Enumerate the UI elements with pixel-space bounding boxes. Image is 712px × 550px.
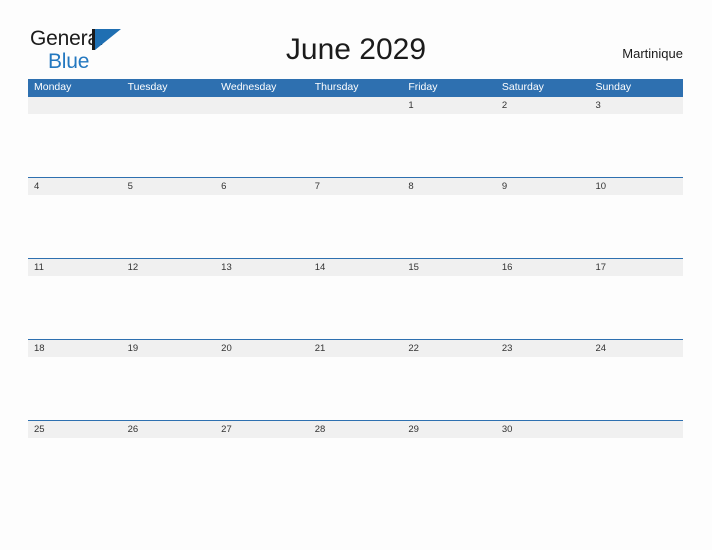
day-number-cell[interactable]: 24 bbox=[589, 340, 683, 357]
day-number-cell[interactable]: 16 bbox=[496, 259, 590, 276]
day-number-cell[interactable]: 22 bbox=[402, 340, 496, 357]
day-event-cell[interactable] bbox=[496, 195, 590, 259]
day-number-cell[interactable]: 28 bbox=[309, 421, 403, 438]
day-event-cell[interactable] bbox=[496, 438, 590, 502]
week-2-event-area bbox=[28, 195, 683, 259]
region-label: Martinique bbox=[622, 46, 683, 61]
page-header: General Blue June 2029 Martinique bbox=[0, 0, 712, 78]
day-event-cell[interactable] bbox=[589, 114, 683, 178]
day-number-cell[interactable] bbox=[589, 421, 683, 438]
day-event-cell[interactable] bbox=[215, 276, 309, 340]
week-1-date-band: 1 2 3 bbox=[28, 96, 683, 114]
day-event-cell[interactable] bbox=[122, 114, 216, 178]
weekday-header-thursday: Thursday bbox=[314, 81, 359, 93]
day-number-cell[interactable]: 7 bbox=[309, 178, 403, 195]
week-4-event-area bbox=[28, 357, 683, 421]
weekday-header-monday: Monday bbox=[34, 81, 72, 93]
day-event-cell[interactable] bbox=[402, 276, 496, 340]
day-number-cell[interactable]: 3 bbox=[589, 97, 683, 114]
day-event-cell[interactable] bbox=[589, 195, 683, 259]
day-event-cell[interactable] bbox=[28, 276, 122, 340]
day-event-cell[interactable] bbox=[309, 114, 403, 178]
week-5-event-area bbox=[28, 438, 683, 502]
week-row: 4 5 6 7 8 9 10 bbox=[28, 177, 683, 258]
week-3-event-area bbox=[28, 276, 683, 340]
weekday-header-friday: Friday bbox=[408, 81, 438, 93]
day-event-cell[interactable] bbox=[215, 357, 309, 421]
day-number-cell[interactable]: 6 bbox=[215, 178, 309, 195]
day-number-cell[interactable]: 15 bbox=[402, 259, 496, 276]
day-number-cell[interactable]: 4 bbox=[28, 178, 122, 195]
day-number-cell[interactable]: 12 bbox=[122, 259, 216, 276]
day-number-cell[interactable]: 29 bbox=[402, 421, 496, 438]
day-event-cell[interactable] bbox=[589, 357, 683, 421]
day-number-cell[interactable]: 25 bbox=[28, 421, 122, 438]
week-1-event-area bbox=[28, 114, 683, 178]
day-event-cell[interactable] bbox=[215, 114, 309, 178]
day-number-cell[interactable]: 8 bbox=[402, 178, 496, 195]
day-event-cell[interactable] bbox=[309, 438, 403, 502]
day-event-cell[interactable] bbox=[122, 195, 216, 259]
day-event-cell[interactable] bbox=[122, 276, 216, 340]
week-2-date-band: 4 5 6 7 8 9 10 bbox=[28, 177, 683, 195]
day-number-cell[interactable]: 13 bbox=[215, 259, 309, 276]
day-number-cell[interactable]: 11 bbox=[28, 259, 122, 276]
day-number-cell[interactable] bbox=[215, 97, 309, 114]
day-number-cell[interactable]: 10 bbox=[589, 178, 683, 195]
day-number-cell[interactable] bbox=[122, 97, 216, 114]
day-event-cell[interactable] bbox=[215, 438, 309, 502]
day-number-cell[interactable]: 21 bbox=[309, 340, 403, 357]
day-event-cell[interactable] bbox=[589, 438, 683, 502]
weekday-header-tuesday: Tuesday bbox=[127, 81, 168, 93]
weekday-header-row: Monday Tuesday Wednesday Thursday Friday… bbox=[28, 79, 683, 96]
day-event-cell[interactable] bbox=[496, 357, 590, 421]
day-event-cell[interactable] bbox=[402, 438, 496, 502]
day-event-cell[interactable] bbox=[402, 357, 496, 421]
day-number-cell[interactable]: 17 bbox=[589, 259, 683, 276]
day-event-cell[interactable] bbox=[28, 195, 122, 259]
day-number-cell[interactable] bbox=[309, 97, 403, 114]
day-event-cell[interactable] bbox=[28, 438, 122, 502]
weekday-header-saturday: Saturday bbox=[501, 81, 544, 93]
page-title: June 2029 bbox=[285, 33, 427, 66]
day-event-cell[interactable] bbox=[589, 276, 683, 340]
day-event-cell[interactable] bbox=[402, 114, 496, 178]
day-event-cell[interactable] bbox=[496, 276, 590, 340]
calendar-grid: Monday Tuesday Wednesday Thursday Friday… bbox=[28, 79, 683, 501]
day-number-cell[interactable]: 26 bbox=[122, 421, 216, 438]
week-row: 11 12 13 14 15 16 17 bbox=[28, 258, 683, 339]
week-row: 25 26 27 28 29 30 bbox=[28, 420, 683, 501]
day-event-cell[interactable] bbox=[309, 195, 403, 259]
day-number-cell[interactable]: 18 bbox=[28, 340, 122, 357]
week-3-date-band: 11 12 13 14 15 16 17 bbox=[28, 258, 683, 276]
day-number-cell[interactable]: 1 bbox=[402, 97, 496, 114]
day-number-cell[interactable]: 5 bbox=[122, 178, 216, 195]
day-event-cell[interactable] bbox=[28, 114, 122, 178]
day-event-cell[interactable] bbox=[496, 114, 590, 178]
day-event-cell[interactable] bbox=[28, 357, 122, 421]
day-number-cell[interactable] bbox=[28, 97, 122, 114]
weekday-header-sunday: Sunday bbox=[595, 81, 632, 93]
weekday-header-wednesday: Wednesday bbox=[221, 81, 277, 93]
day-event-cell[interactable] bbox=[309, 276, 403, 340]
day-event-cell[interactable] bbox=[122, 438, 216, 502]
day-number-cell[interactable]: 2 bbox=[496, 97, 590, 114]
day-number-cell[interactable]: 20 bbox=[215, 340, 309, 357]
day-event-cell[interactable] bbox=[122, 357, 216, 421]
day-number-cell[interactable]: 27 bbox=[215, 421, 309, 438]
day-number-cell[interactable]: 9 bbox=[496, 178, 590, 195]
week-5-date-band: 25 26 27 28 29 30 bbox=[28, 420, 683, 438]
week-row: 1 2 3 bbox=[28, 96, 683, 177]
day-number-cell[interactable]: 30 bbox=[496, 421, 590, 438]
day-event-cell[interactable] bbox=[309, 357, 403, 421]
day-event-cell[interactable] bbox=[215, 195, 309, 259]
day-number-cell[interactable]: 23 bbox=[496, 340, 590, 357]
day-number-cell[interactable]: 14 bbox=[309, 259, 403, 276]
week-row: 18 19 20 21 22 23 24 bbox=[28, 339, 683, 420]
week-4-date-band: 18 19 20 21 22 23 24 bbox=[28, 339, 683, 357]
day-number-cell[interactable]: 19 bbox=[122, 340, 216, 357]
day-event-cell[interactable] bbox=[402, 195, 496, 259]
